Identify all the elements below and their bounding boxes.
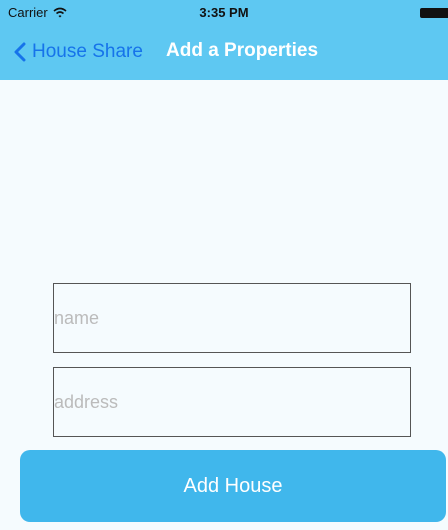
back-button-label: House Share [32, 41, 143, 62]
address-field[interactable] [53, 367, 411, 437]
chevron-left-icon [14, 42, 26, 62]
page-title: Add a Properties [166, 40, 319, 61]
add-property-form: Add House [0, 80, 448, 530]
battery-icon [420, 8, 448, 18]
status-time: 3:35 PM [199, 5, 249, 20]
status-bar: Carrier 3:35 PM [0, 0, 448, 26]
back-button[interactable]: House Share [14, 38, 143, 66]
name-field[interactable] [53, 283, 411, 353]
add-house-button[interactable]: Add House [20, 450, 446, 522]
navigation-bar: House Share Add a Properties [0, 26, 448, 80]
